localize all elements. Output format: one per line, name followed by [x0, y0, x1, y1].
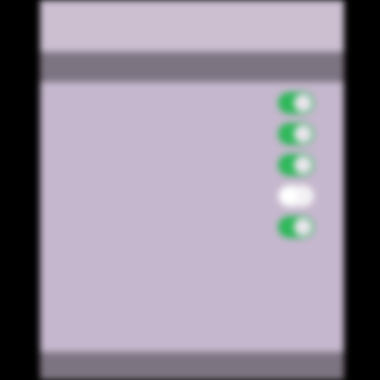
- toggle-knob: [294, 156, 312, 174]
- section-header: [40, 52, 344, 82]
- settings-row: [40, 150, 344, 181]
- toggle-knob: [294, 125, 312, 143]
- settings-row: [40, 212, 344, 243]
- toggle-switch[interactable]: [278, 154, 314, 176]
- bottom-bar: [40, 352, 344, 380]
- toggle-knob: [294, 218, 312, 236]
- toggle-knob: [280, 187, 298, 205]
- toggle-switch[interactable]: [278, 185, 314, 207]
- toggle-switch[interactable]: [278, 216, 314, 238]
- settings-row: [40, 181, 344, 212]
- navigation-bar: [40, 0, 344, 50]
- toggle-switch[interactable]: [278, 123, 314, 145]
- settings-list: [40, 88, 344, 243]
- settings-row: [40, 88, 344, 119]
- settings-row: [40, 119, 344, 150]
- toggle-switch[interactable]: [278, 92, 314, 114]
- settings-screen: [40, 0, 344, 380]
- toggle-knob: [294, 94, 312, 112]
